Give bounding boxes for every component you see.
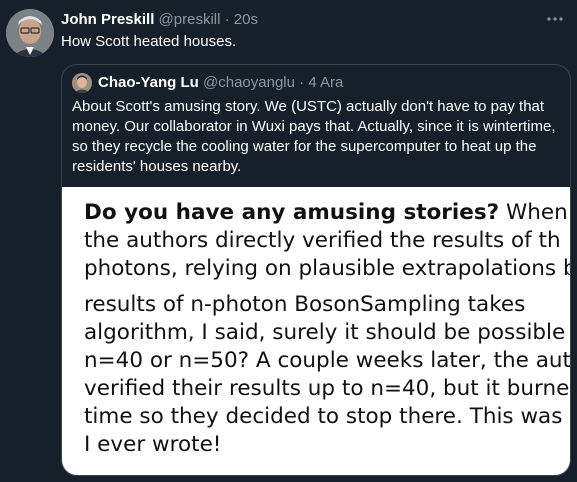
separator-dot: · bbox=[224, 11, 230, 28]
more-dots-icon bbox=[547, 17, 563, 21]
image-text-heading: Do you have any amusing stories? bbox=[84, 200, 500, 225]
quote-separator-dot: · bbox=[299, 74, 305, 91]
tweet: John Preskill @preskill · 20s How Scott … bbox=[0, 0, 577, 482]
image-text-line: photons, relying on plausible extrapolat… bbox=[84, 256, 570, 281]
quote-text-line: About Scott's amusing story. We (USTC) a… bbox=[72, 98, 545, 115]
image-text-line: results of n-photon BosonSampling takes bbox=[84, 292, 526, 317]
quote-avatar-photo bbox=[72, 73, 92, 93]
author-name[interactable]: John Preskill bbox=[61, 11, 154, 28]
quote-time: 4 Ara bbox=[308, 74, 344, 91]
quote-text: About Scott's amusing story. We (USTC) a… bbox=[72, 97, 562, 177]
tweet-time[interactable]: 20s bbox=[234, 11, 258, 28]
quote-text-line: money. Our collaborator in Wuxi pays tha… bbox=[72, 118, 556, 135]
tweet-text: How Scott heated houses. bbox=[61, 33, 237, 50]
tweet-header: John Preskill @preskill · 20s bbox=[61, 11, 258, 29]
quote-author-handle[interactable]: @chaoyanglu bbox=[203, 74, 295, 91]
image-text-line: the authors directly verified the result… bbox=[84, 228, 561, 253]
image-text-line: time so they decided to stop there. This… bbox=[84, 404, 570, 429]
image-text-line: I ever wrote! bbox=[84, 432, 222, 457]
more-button[interactable] bbox=[545, 10, 565, 28]
quote-text-line: residents' houses nearby. bbox=[72, 158, 242, 175]
quote-header: Chao-Yang Lu @chaoyanglu · 4 Ara bbox=[98, 74, 343, 92]
avatar-photo bbox=[6, 9, 54, 57]
quote-text-line: so they recycle the cooling water for th… bbox=[72, 138, 537, 155]
image-text-line: verified their results up to n=40, but i… bbox=[84, 376, 570, 401]
quoted-tweet[interactable]: Chao-Yang Lu @chaoyanglu · 4 Ara About S… bbox=[61, 64, 571, 476]
image-text-line: n=40 or n=50? A couple weeks later, the … bbox=[84, 348, 570, 373]
author-handle[interactable]: @preskill bbox=[159, 11, 221, 28]
quote-author-name[interactable]: Chao-Yang Lu bbox=[98, 74, 199, 91]
image-text-line: Do you have any amusing stories? When I … bbox=[84, 199, 570, 227]
image-text-line-rest: When I re bbox=[505, 200, 570, 225]
quote-image[interactable]: Do you have any amusing stories? When I … bbox=[62, 187, 570, 475]
avatar[interactable] bbox=[6, 9, 54, 57]
image-text-line: algorithm, I said, surely it should be p… bbox=[84, 320, 566, 345]
quote-avatar[interactable] bbox=[72, 73, 92, 93]
